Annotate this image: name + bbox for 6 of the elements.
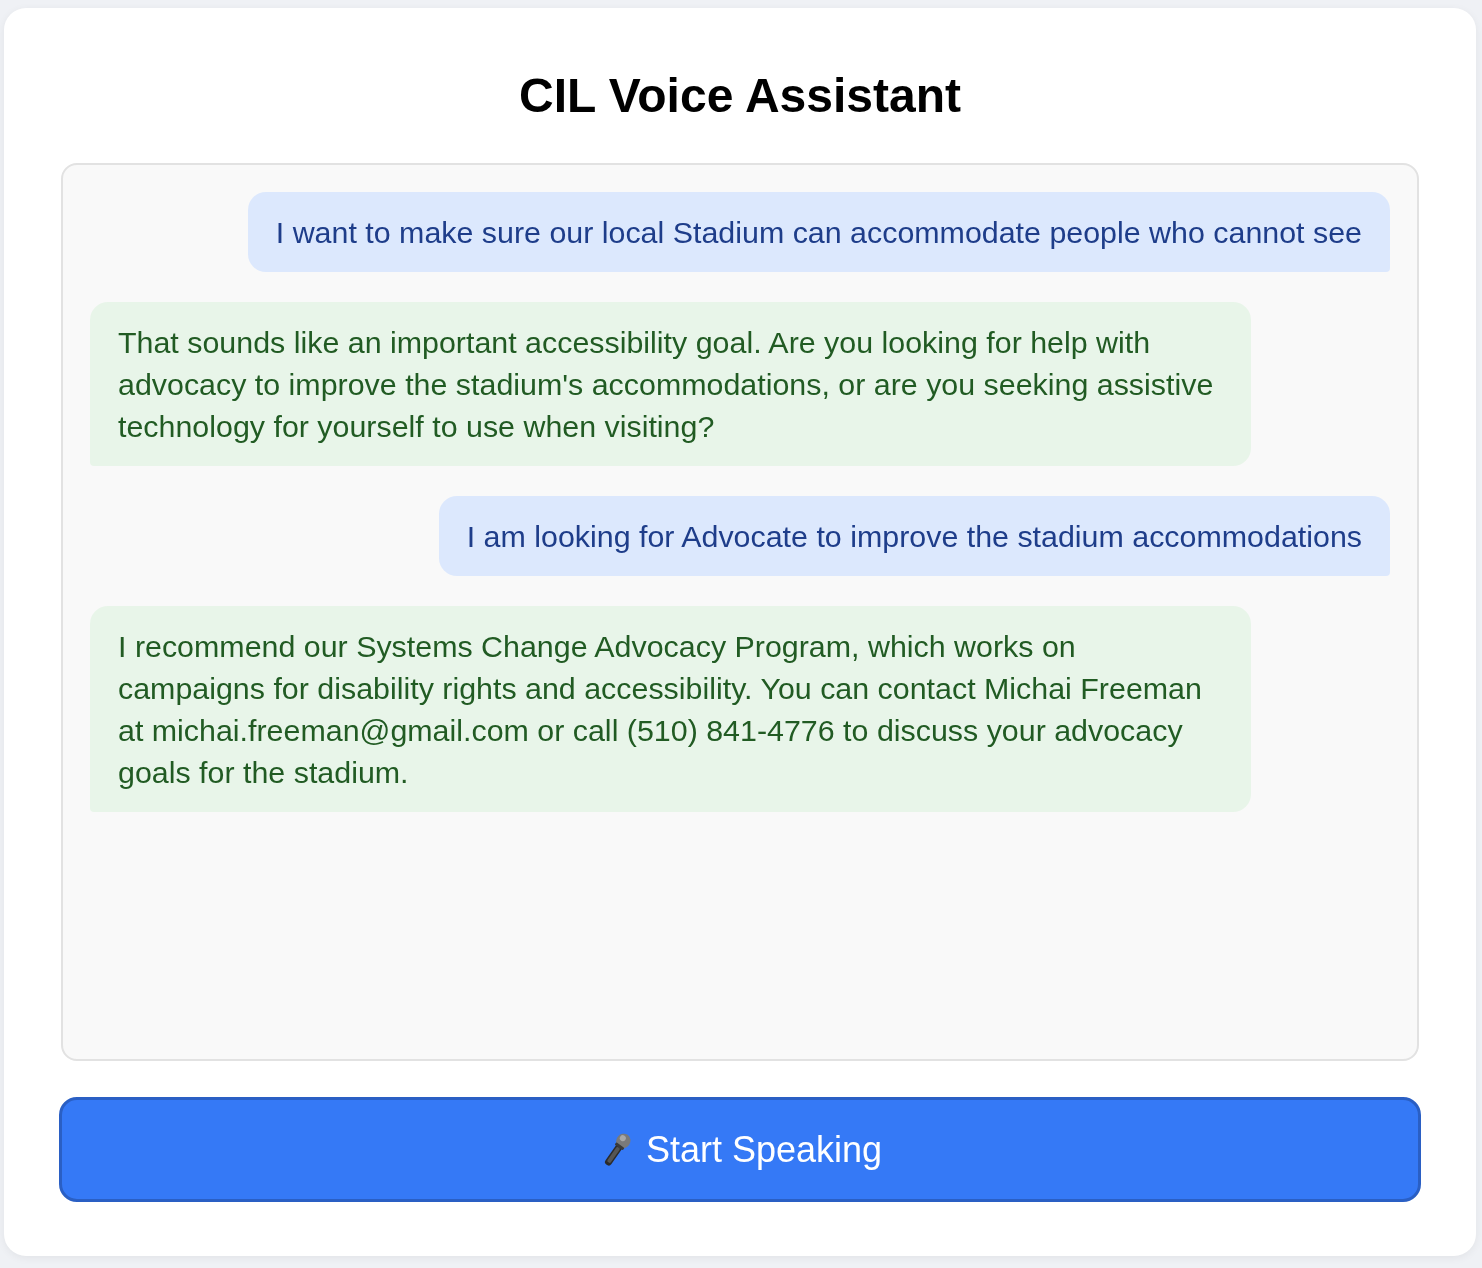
app-title: CIL Voice Assistant: [518, 71, 962, 121]
assistant-message: I recommend our Systems Change Advocacy Program, which works on campaigns for disability rights and accessibility. You can contact Michai Freeman at michai.freeman@gmail.com or call (510) 841-4776 to discuss your advocacy goals for the stadium.: [90, 606, 1251, 812]
user-message: I want to make sure our local Stadium can accommodate people who cannot see: [247, 192, 1390, 272]
user-message: I am looking for Advocate to improve the stadium accommodations: [438, 496, 1390, 576]
start-speaking-button[interactable]: Start Speaking: [59, 1097, 1421, 1202]
assistant-message: That sounds like an important accessibility goal. Are you looking for help with advocacy to improve the stadium's accommodations, or are you seeking assistive technology for yourself to use when visiting?: [90, 302, 1251, 466]
